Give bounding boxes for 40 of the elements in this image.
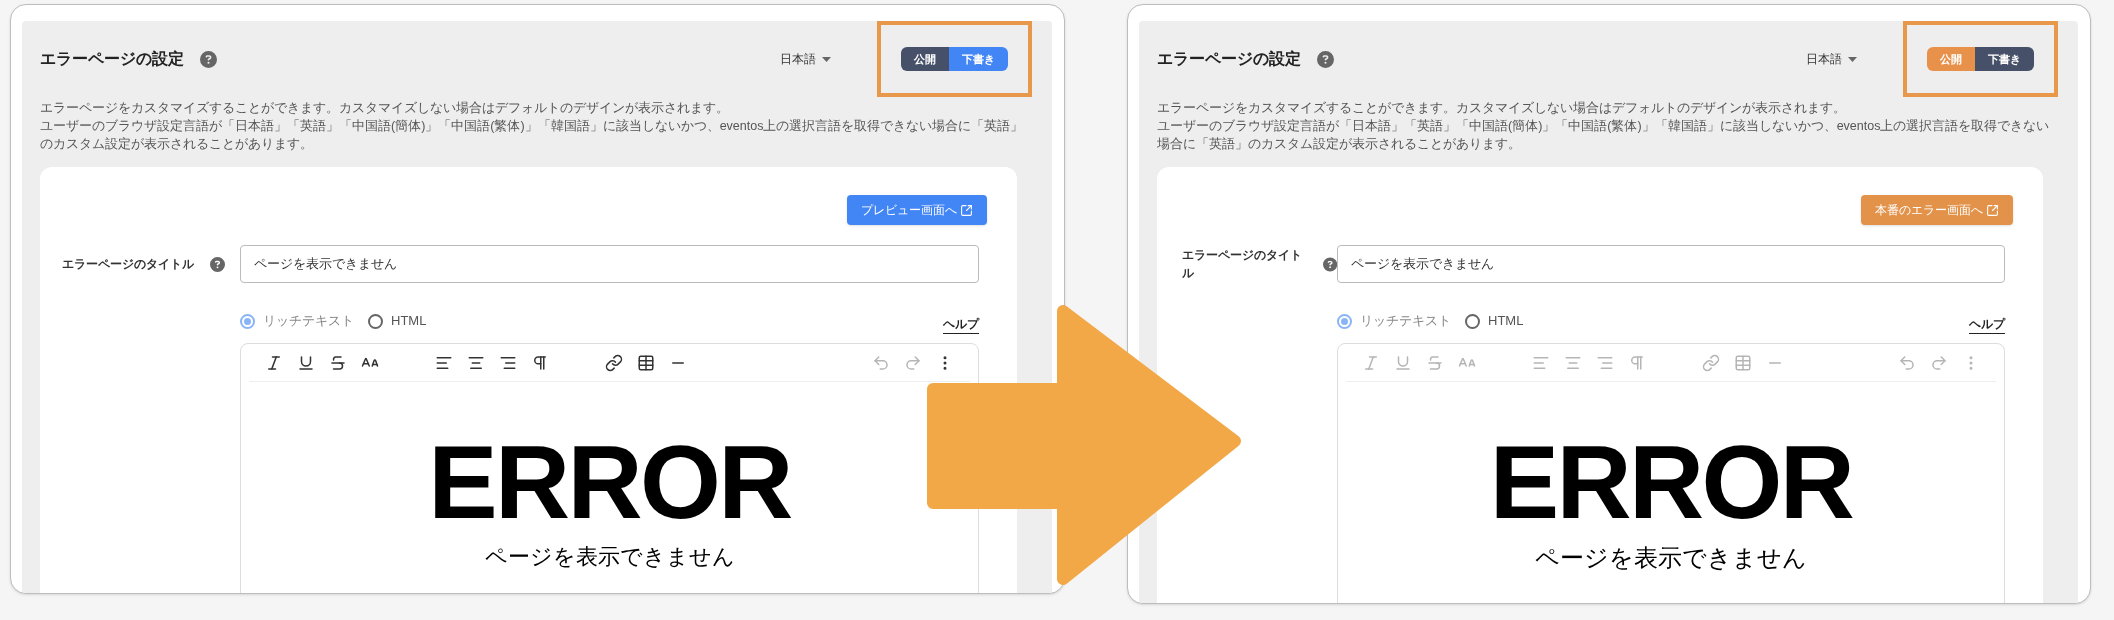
description-text: エラーページをカスタマイズすることができます。カスタマイズしない場合はデフォルトのデザインが表示されます。 — [1157, 100, 1847, 117]
description-text: エラーページをカスタマイズすることができます。カスタマイズしない場合はデフォルトのデザインが表示されます。 — [40, 100, 730, 117]
error-message: ページを表示できません — [484, 543, 735, 571]
paragraph-icon[interactable] — [531, 353, 549, 372]
external-link-icon — [960, 203, 973, 217]
status-option[interactable]: 下書き — [949, 46, 1008, 72]
table-icon[interactable] — [637, 353, 655, 372]
title-field[interactable]: ページを表示できません — [1337, 245, 2005, 283]
language-dropdown[interactable]: 日本語 — [780, 50, 831, 68]
caret-icon — [1848, 56, 1857, 62]
error-message: ページを表示できません — [1535, 543, 1807, 573]
error-heading: ERROR — [1489, 430, 1853, 534]
help-link[interactable]: ヘルプ — [943, 314, 979, 334]
field-label: エラーページのタイトル — [1182, 247, 1303, 282]
strikethrough-icon[interactable] — [329, 353, 347, 372]
status-option[interactable]: 公開 — [901, 46, 949, 72]
editor-mode-radio[interactable]: HTML — [1465, 311, 1524, 331]
section-title: エラーページの設定 — [1157, 49, 1301, 69]
help-link[interactable]: ヘルプ — [1969, 314, 2005, 334]
help-icon[interactable] — [1322, 256, 1337, 272]
open-page-button[interactable]: プレビュー画面へ — [847, 195, 987, 225]
italic-icon[interactable] — [265, 353, 283, 372]
editor-mode-radio[interactable]: リッチテキスト — [1337, 311, 1451, 331]
status-option[interactable]: 下書き — [1975, 46, 2034, 72]
editor-mode-radio[interactable]: リッチテキスト — [240, 311, 354, 331]
help-icon[interactable] — [1317, 50, 1334, 68]
section-title: エラーページの設定 — [40, 49, 184, 69]
language-dropdown[interactable]: 日本語 — [1806, 50, 1857, 68]
link-icon[interactable] — [605, 353, 623, 372]
caret-icon — [822, 56, 831, 62]
underline-icon[interactable] — [297, 353, 315, 372]
help-icon[interactable] — [210, 256, 225, 272]
description-text: ユーザーのブラウザ設定言語が「日本語」「英語」「中国語(簡体)」「中国語(繁体)」「韓国語」に該当しないかつ、eventos上の選択言語を取得できない場合に「英語」のカスタム設定が表示されることがあります。 — [40, 118, 1025, 153]
external-link-icon — [1986, 203, 1999, 217]
field-label: エラーページのタイトル — [62, 256, 194, 273]
help-icon[interactable] — [200, 50, 217, 68]
editor-mode-radio[interactable]: HTML — [368, 311, 427, 331]
description-text: ユーザーのブラウザ設定言語が「日本語」「英語」「中国語(簡体)」「中国語(繁体)」「韓国語」に該当しないかつ、eventos上の選択言語を取得できない場合に「英語」のカスタム設定が表示されることがあります。 — [1157, 118, 2051, 153]
error-heading: ERROR — [428, 430, 791, 534]
title-field[interactable]: ページを表示できません — [240, 245, 979, 283]
